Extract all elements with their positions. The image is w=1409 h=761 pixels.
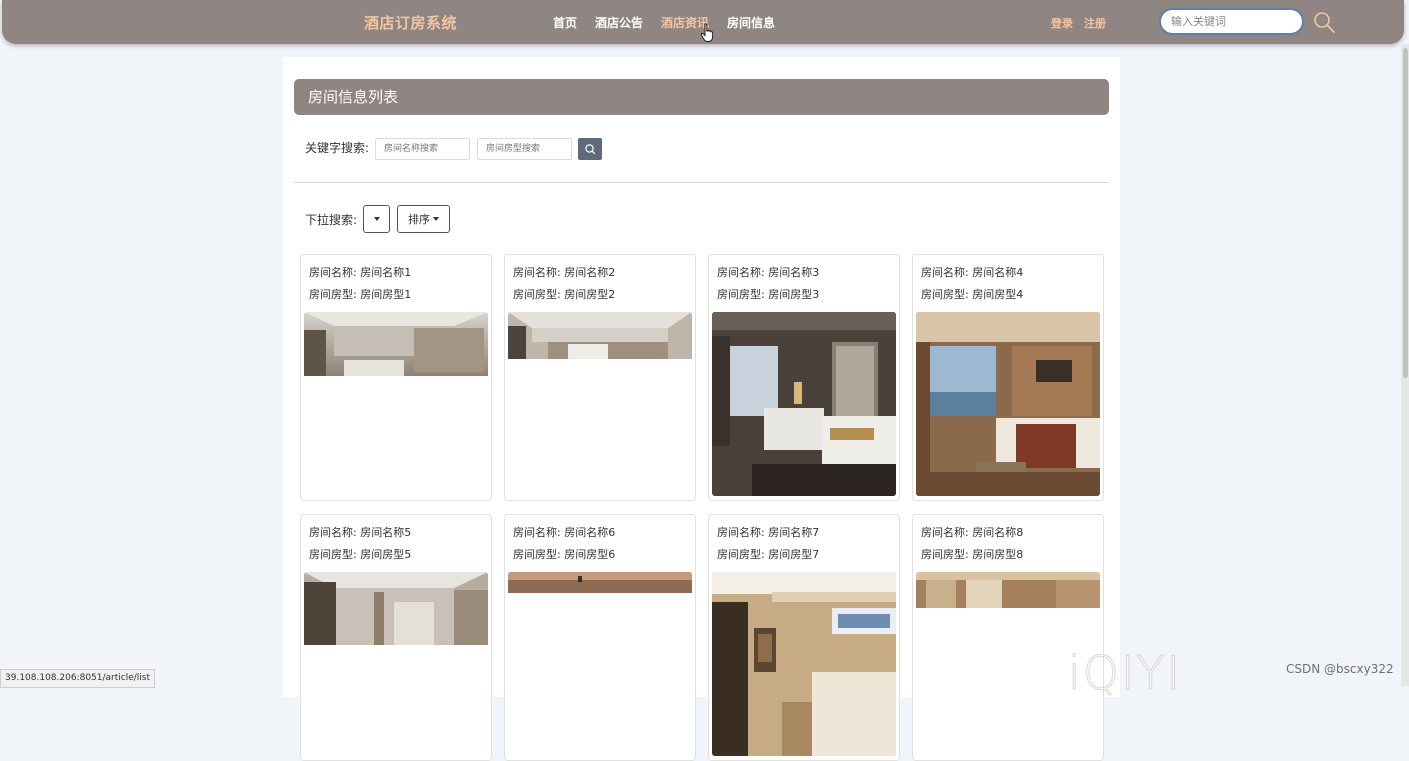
room-photo [712, 312, 896, 496]
search-icon[interactable] [1312, 10, 1336, 34]
room-name: 房间名称: 房间名称7 [717, 526, 820, 539]
header-search-input[interactable] [1159, 8, 1304, 35]
room-card[interactable]: 房间名称: 房间名称1 房间房型: 房间房型1 [300, 254, 492, 501]
room-photo [304, 572, 488, 756]
room-card[interactable]: 房间名称: 房间名称2 房间房型: 房间房型2 [504, 254, 696, 501]
room-name: 房间名称: 房间名称2 [513, 266, 616, 279]
room-card[interactable]: 房间名称: 房间名称6 房间房型: 房间房型6 [504, 514, 696, 761]
room-image[interactable] [916, 312, 1100, 496]
room-card[interactable]: 房间名称: 房间名称8 房间房型: 房间房型8 [912, 514, 1104, 761]
hand-cursor-icon [700, 23, 714, 42]
nav-announcements[interactable]: 酒店公告 [595, 14, 643, 31]
room-type: 房间房型: 房间房型1 [309, 288, 412, 301]
header-search [1159, 8, 1304, 35]
room-photo [508, 312, 692, 496]
login-link[interactable]: 登录 [1051, 15, 1073, 31]
keyword-search-button[interactable] [578, 138, 602, 160]
caret-down-icon [433, 217, 439, 221]
room-type: 房间房型: 房间房型6 [513, 548, 616, 561]
room-name: 房间名称: 房间名称6 [513, 526, 616, 539]
room-card[interactable]: 房间名称: 房间名称3 房间房型: 房间房型3 [708, 254, 900, 501]
brand-title[interactable]: 酒店订房系统 [364, 12, 457, 33]
search-icon [585, 144, 596, 155]
nav-home[interactable]: 首页 [553, 14, 577, 31]
room-image[interactable] [712, 572, 896, 756]
room-name: 房间名称: 房间名称5 [309, 526, 412, 539]
room-card[interactable]: 房间名称: 房间名称7 房间房型: 房间房型7 [708, 514, 900, 761]
room-image[interactable] [508, 312, 692, 496]
room-card[interactable]: 房间名称: 房间名称4 房间房型: 房间房型4 [912, 254, 1104, 501]
room-photo [304, 312, 488, 496]
room-photo [916, 312, 1100, 496]
page-scrollbar[interactable] [1401, 44, 1409, 686]
filter-dropdown-button[interactable] [363, 205, 390, 233]
room-type: 房间房型: 房间房型2 [513, 288, 616, 301]
sort-label: 排序 [408, 213, 430, 226]
room-type: 房间房型: 房间房型7 [717, 548, 820, 561]
room-image[interactable] [508, 572, 692, 756]
section-divider [294, 182, 1109, 183]
panel-title: 房间信息列表 [294, 79, 1109, 115]
room-type: 房间房型: 房间房型3 [717, 288, 820, 301]
csdn-credit: CSDN @bscxy322 [1286, 662, 1394, 676]
room-image[interactable] [304, 572, 488, 756]
dropdown-search-label: 下拉搜索: [305, 213, 358, 227]
auth-links: 登录 注册 [1051, 15, 1106, 31]
room-photo [712, 572, 896, 756]
room-type: 房间房型: 房间房型8 [921, 548, 1024, 561]
room-image[interactable] [304, 312, 488, 496]
iqiyi-watermark: iQIYI [1067, 646, 1183, 701]
status-bar-url: 39.108.108.206:8051/article/list [0, 669, 156, 688]
room-name-search-input[interactable] [375, 138, 470, 160]
keyword-search-label: 关键字搜索: [305, 141, 370, 155]
room-name: 房间名称: 房间名称4 [921, 266, 1024, 279]
room-image[interactable] [712, 312, 896, 496]
register-link[interactable]: 注册 [1084, 15, 1106, 31]
room-type: 房间房型: 房间房型4 [921, 288, 1024, 301]
caret-down-icon [373, 217, 380, 221]
scrollbar-thumb[interactable] [1403, 48, 1408, 378]
room-card[interactable]: 房间名称: 房间名称5 房间房型: 房间房型5 [300, 514, 492, 761]
room-type-search-input[interactable] [477, 138, 572, 160]
nav-rooms[interactable]: 房间信息 [727, 14, 775, 31]
sort-dropdown-button[interactable]: 排序 [397, 205, 450, 233]
main-nav: 首页 酒店公告 酒店资讯 房间信息 [553, 14, 793, 31]
room-name: 房间名称: 房间名称8 [921, 526, 1024, 539]
room-list-panel: 房间信息列表 关键字搜索: 下拉搜索: 排序 房间名称: 房间名称1 房间房型:… [283, 57, 1120, 761]
room-name: 房间名称: 房间名称1 [309, 266, 412, 279]
room-type: 房间房型: 房间房型5 [309, 548, 412, 561]
room-name: 房间名称: 房间名称3 [717, 266, 820, 279]
room-photo [508, 572, 692, 756]
